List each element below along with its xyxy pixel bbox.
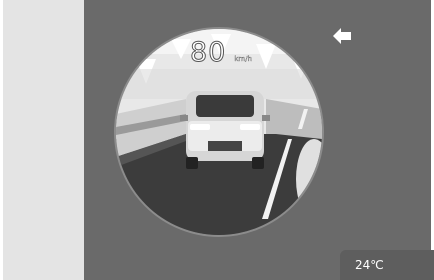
back-button[interactable] (332, 27, 352, 45)
speed-readout: 80 km/h (189, 37, 253, 69)
speed-value: 80 (189, 37, 227, 69)
side-panel (3, 0, 84, 280)
back-arrow-icon (333, 28, 351, 44)
speed-unit: km/h (234, 55, 253, 63)
temperature-value: 24℃ (355, 258, 384, 272)
screen: 80 km/h 24℃ (0, 0, 434, 280)
temperature-card: 24℃ (340, 250, 434, 280)
